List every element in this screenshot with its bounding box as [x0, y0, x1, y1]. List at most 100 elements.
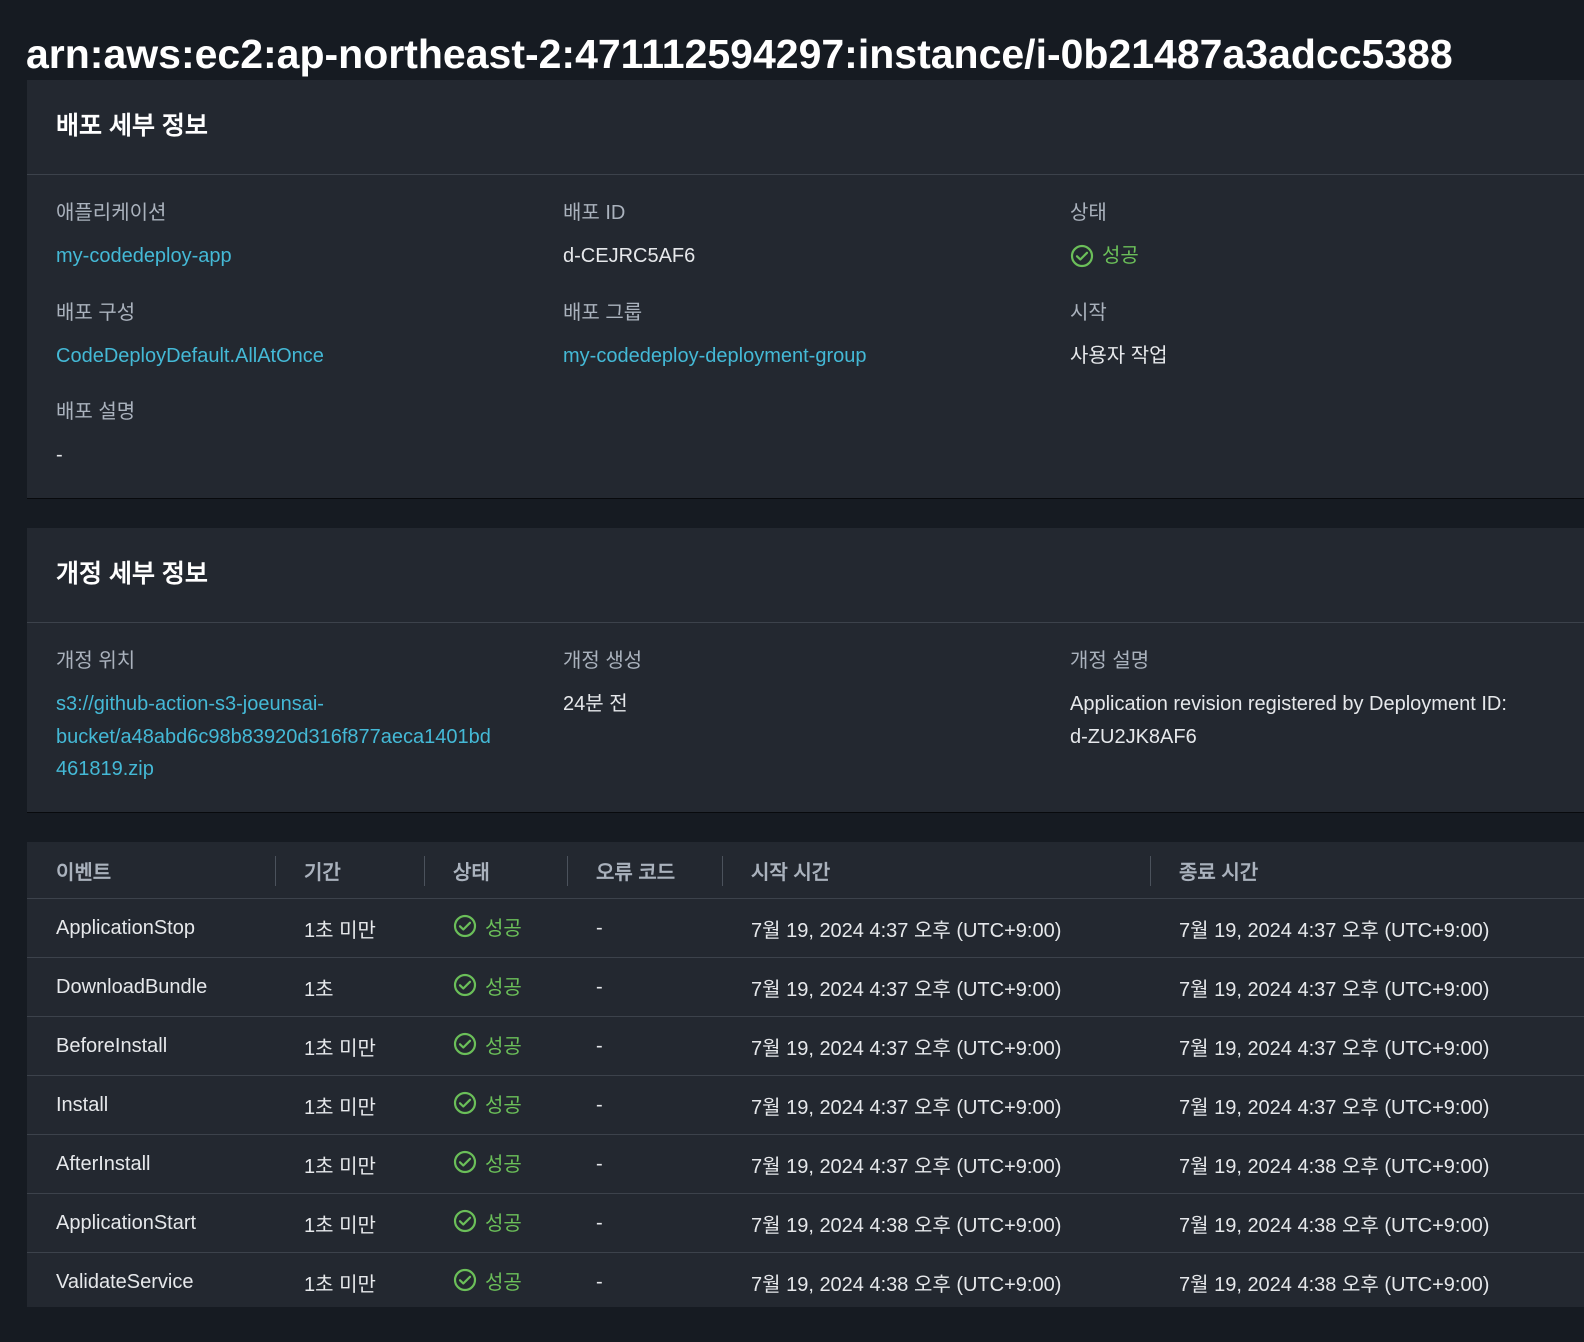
deployment-id-value: d-CEJRC5AF6 [563, 245, 696, 267]
initiated-by-label: 시작 [1070, 302, 1107, 324]
start-time-cell: 7월 19, 2024 4:37 오후 (UTC+9:00) [722, 1075, 1150, 1135]
status-field: 상태 성공 [1070, 200, 1550, 278]
start-time-cell: 7월 19, 2024 4:37 오후 (UTC+9:00) [722, 957, 1150, 1017]
start-time-cell: 7월 19, 2024 4:37 오후 (UTC+9:00) [722, 1016, 1150, 1076]
table-row: AfterInstall 1초 미만 성공 - 7월 19, 2024 4:37… [27, 1134, 1584, 1194]
start-time-cell: 7월 19, 2024 4:37 오후 (UTC+9:00) [722, 1134, 1150, 1194]
page-title: arn:aws:ec2:ap-northeast-2:471112594297:… [26, 31, 1453, 78]
table-row: ApplicationStart 1초 미만 성공 - 7월 19, 2024 … [27, 1193, 1584, 1253]
status-text: 성공 [1102, 245, 1139, 267]
column-header-event[interactable]: 이벤트 [27, 842, 275, 899]
status-text: 성공 [485, 1094, 522, 1117]
event-name-cell: ApplicationStop [27, 898, 275, 958]
column-header-start-time[interactable]: 시작 시간 [722, 842, 1150, 899]
revision-description-value: Application revision registered by Deplo… [1070, 693, 1507, 748]
end-time-cell: 7월 19, 2024 4:38 오후 (UTC+9:00) [1150, 1134, 1584, 1194]
revision-location-label: 개정 위치 [56, 650, 136, 672]
deployment-group-label: 배포 그룹 [563, 302, 643, 324]
status-text: 성공 [485, 1271, 522, 1294]
revision-details-heading: 개정 세부 정보 [56, 560, 208, 588]
deployment-details-heading: 배포 세부 정보 [56, 112, 208, 140]
status-badge: 성공 [453, 971, 522, 1000]
revision-created-label: 개정 생성 [563, 650, 643, 672]
error-code-cell: - [596, 1270, 603, 1293]
deployment-group-field: 배포 그룹 my-codedeploy-deployment-group [563, 300, 1043, 372]
revision-location-link[interactable]: s3://github-action-s3-joeunsai-bucket/a4… [56, 693, 491, 780]
duration-cell: 1초 미만 [275, 1134, 424, 1194]
table-row: DownloadBundle 1초 성공 - 7월 19, 2024 4:37 … [27, 957, 1584, 1017]
check-circle-icon [453, 914, 477, 938]
column-header-end-time[interactable]: 종료 시간 [1150, 842, 1584, 899]
status-text: 성공 [485, 1153, 522, 1176]
lifecycle-events-table: 이벤트 기간 상태 오류 코드 시작 시간 종료 시간 ApplicationS… [27, 842, 1584, 1311]
status-text: 성공 [485, 976, 522, 999]
revision-details-header: 개정 세부 정보 [27, 528, 1584, 623]
revision-location-field: 개정 위치 s3://github-action-s3-joeunsai-buc… [56, 648, 546, 786]
check-circle-icon [453, 1209, 477, 1233]
application-field: 애플리케이션 my-codedeploy-app [56, 200, 536, 272]
table-header-row: 이벤트 기간 상태 오류 코드 시작 시간 종료 시간 [27, 842, 1584, 899]
duration-cell: 1초 [275, 957, 424, 1017]
column-header-status[interactable]: 상태 [424, 842, 567, 899]
status-badge: 성공 [453, 912, 522, 941]
status-badge: 성공 [1070, 240, 1139, 272]
table-row: Install 1초 미만 성공 - 7월 19, 2024 4:37 오후 (… [27, 1075, 1584, 1135]
deployment-group-link[interactable]: my-codedeploy-deployment-group [563, 345, 867, 367]
deployment-config-field: 배포 구성 CodeDeployDefault.AllAtOnce [56, 300, 536, 372]
status-badge: 성공 [453, 1266, 522, 1295]
initiated-by-field: 시작 사용자 작업 [1070, 300, 1550, 372]
duration-cell: 1초 미만 [275, 898, 424, 958]
status-cell: 성공 [424, 957, 567, 1017]
deployment-config-label: 배포 구성 [56, 302, 136, 324]
event-name-cell: AfterInstall [27, 1134, 275, 1194]
error-code-cell: - [567, 957, 722, 1017]
end-time-cell: 7월 19, 2024 4:37 오후 (UTC+9:00) [1150, 1016, 1584, 1076]
check-circle-icon [453, 1150, 477, 1174]
initiated-by-value: 사용자 작업 [1070, 345, 1168, 367]
deployment-description-label: 배포 설명 [56, 401, 136, 423]
revision-details-panel: 개정 세부 정보 개정 위치 s3://github-action-s3-joe… [27, 528, 1584, 812]
end-time-cell: 7월 19, 2024 4:37 오후 (UTC+9:00) [1150, 898, 1584, 958]
event-name-cell: DownloadBundle [27, 957, 275, 1017]
table-row: ValidateService 1초 미만 성공 - 7월 19, 2024 4… [27, 1253, 1584, 1312]
duration-cell: 1초 미만 [275, 1016, 424, 1076]
deployment-id-label: 배포 ID [563, 202, 626, 224]
status-cell: 성공 [424, 898, 567, 958]
start-time-cell: 7월 19, 2024 4:38 오후 (UTC+9:00) [722, 1193, 1150, 1253]
event-name-cell: Install [27, 1075, 275, 1135]
lifecycle-events-table-panel: 이벤트 기간 상태 오류 코드 시작 시간 종료 시간 ApplicationS… [27, 842, 1584, 1307]
status-text: 성공 [485, 1035, 522, 1058]
table-row: ApplicationStop 1초 미만 성공 - 7월 19, 2024 4… [27, 898, 1584, 958]
deployment-description-value: - [56, 444, 63, 466]
deployment-config-link[interactable]: CodeDeployDefault.AllAtOnce [56, 345, 324, 367]
error-code-cell: - [567, 1193, 722, 1253]
status-badge: 성공 [453, 1207, 522, 1236]
error-code-cell: - [567, 1134, 722, 1194]
error-code-cell: - [567, 1075, 722, 1135]
end-time-cell: 7월 19, 2024 4:38 오후 (UTC+9:00) [1179, 1273, 1490, 1296]
application-link[interactable]: my-codedeploy-app [56, 245, 232, 267]
duration-cell: 1초 미만 [304, 1273, 376, 1296]
event-name-cell: BeforeInstall [27, 1016, 275, 1076]
start-time-cell: 7월 19, 2024 4:37 오후 (UTC+9:00) [722, 898, 1150, 958]
status-text: 성공 [485, 917, 522, 940]
status-cell: 성공 [424, 1075, 567, 1135]
check-circle-icon [453, 973, 477, 997]
error-code-cell: - [567, 1016, 722, 1076]
end-time-cell: 7월 19, 2024 4:38 오후 (UTC+9:00) [1150, 1193, 1584, 1253]
status-cell: 성공 [424, 1193, 567, 1253]
column-header-error-code[interactable]: 오류 코드 [567, 842, 722, 899]
check-circle-icon [453, 1268, 477, 1292]
event-name-cell: ApplicationStart [27, 1193, 275, 1253]
deployment-description-field: 배포 설명 - [56, 399, 536, 471]
duration-cell: 1초 미만 [275, 1193, 424, 1253]
deployment-details-header: 배포 세부 정보 [27, 80, 1584, 175]
column-header-duration[interactable]: 기간 [275, 842, 424, 899]
event-name-cell: ValidateService [56, 1270, 194, 1293]
status-label: 상태 [1070, 202, 1107, 224]
status-badge: 성공 [453, 1030, 522, 1059]
deployment-details-panel: 배포 세부 정보 애플리케이션 my-codedeploy-app 배포 ID … [27, 80, 1584, 498]
status-cell: 성공 [424, 1253, 567, 1312]
status-cell: 성공 [424, 1016, 567, 1076]
end-time-cell: 7월 19, 2024 4:37 오후 (UTC+9:00) [1150, 1075, 1584, 1135]
